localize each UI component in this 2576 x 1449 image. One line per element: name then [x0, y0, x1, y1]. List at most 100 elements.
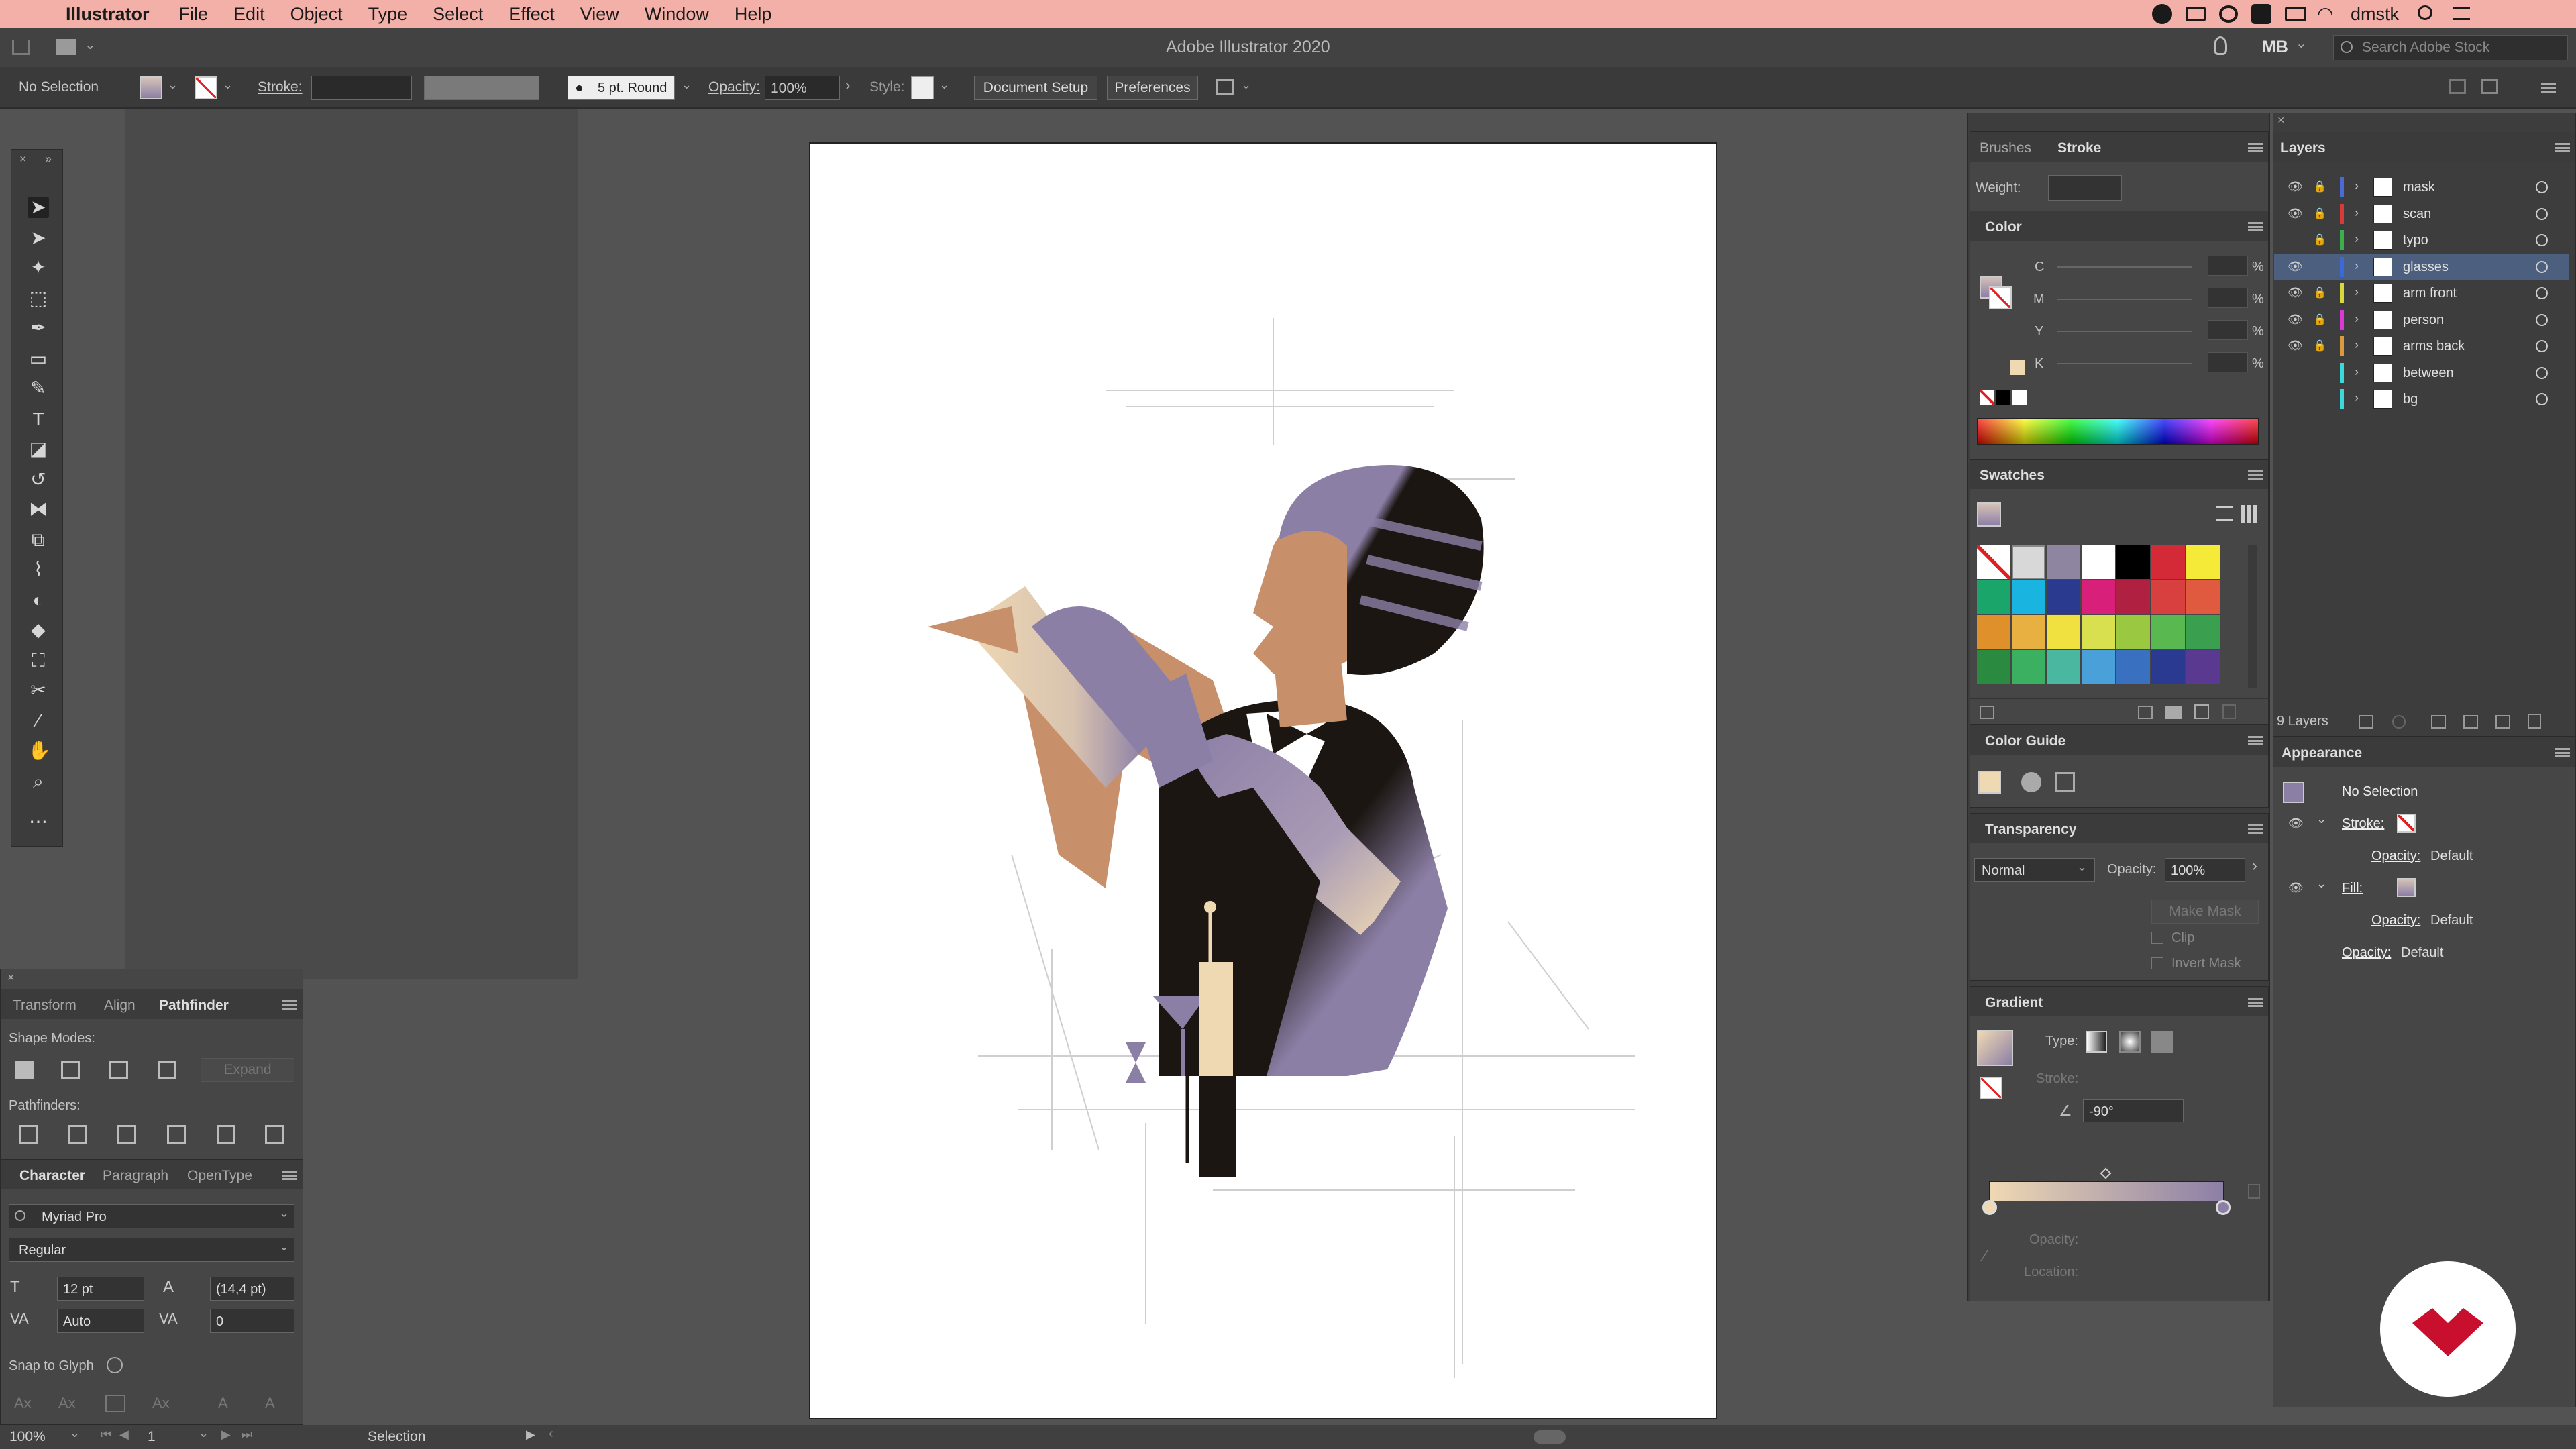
- merge-icon[interactable]: [117, 1125, 136, 1144]
- color-swatch[interactable]: [2012, 650, 2045, 684]
- opacity-field[interactable]: 100%: [2165, 858, 2245, 882]
- zoom-level[interactable]: 100%: [9, 1429, 46, 1445]
- chevron-down-icon[interactable]: ⌄: [939, 78, 949, 92]
- gradient-tool-icon[interactable]: ◪: [28, 438, 49, 460]
- color-swatch[interactable]: [2082, 580, 2115, 614]
- selection-tool-icon[interactable]: ➤: [28, 197, 49, 218]
- scale-tool-icon[interactable]: ⧉: [28, 529, 49, 551]
- layer-row[interactable]: 👁 🔒 › scan: [2274, 201, 2569, 227]
- panel-menu-icon[interactable]: [282, 1000, 297, 1010]
- stroke-color-swatch[interactable]: [1989, 286, 2012, 309]
- fill-opacity-label[interactable]: Opacity:: [2371, 913, 2420, 928]
- cc-sync-icon[interactable]: [2219, 5, 2238, 23]
- layer-name[interactable]: person: [2403, 313, 2444, 328]
- layer-row[interactable]: 👁 🔒 › arm front: [2274, 280, 2569, 306]
- tab-opentype[interactable]: OpenType: [187, 1168, 252, 1184]
- workspace-layout-icon[interactable]: [56, 39, 76, 55]
- font-style-field[interactable]: Regular ⌄: [9, 1238, 294, 1262]
- color-swatch[interactable]: [2116, 545, 2150, 579]
- chevron-down-icon[interactable]: ⌄: [199, 1426, 209, 1440]
- lock-icon[interactable]: 🔒: [2313, 339, 2326, 352]
- menu-edit[interactable]: Edit: [233, 4, 265, 25]
- menu-view[interactable]: View: [580, 4, 619, 25]
- visibility-eye-icon[interactable]: 👁: [2288, 313, 2303, 327]
- tab-pathfinder[interactable]: Pathfinder: [159, 998, 229, 1014]
- menu-object[interactable]: Object: [290, 4, 343, 25]
- lock-icon[interactable]: 🔒: [2313, 313, 2326, 326]
- lightbulb-icon[interactable]: [2214, 36, 2227, 55]
- notification-icon[interactable]: [2453, 7, 2470, 20]
- chevron-right-icon[interactable]: ›: [2355, 338, 2359, 352]
- snap-xheight-icon[interactable]: Ax: [58, 1395, 76, 1412]
- type-tool-icon[interactable]: T: [28, 409, 49, 430]
- panel-menu-icon[interactable]: [2248, 470, 2263, 480]
- color-swatch[interactable]: [2186, 545, 2220, 579]
- outline-icon[interactable]: [217, 1125, 235, 1144]
- panel-menu-icon[interactable]: [2248, 824, 2263, 834]
- collapse-icon[interactable]: »: [45, 152, 52, 166]
- radial-gradient-icon[interactable]: [2119, 1031, 2141, 1053]
- color-swatch[interactable]: [2186, 650, 2220, 684]
- out-of-gamut-swatch[interactable]: [2010, 360, 2025, 375]
- color-swatch[interactable]: [1977, 615, 2010, 649]
- close-icon[interactable]: ×: [7, 971, 15, 985]
- delete-layer-icon[interactable]: [2528, 714, 2541, 729]
- grid-view-icon[interactable]: [2241, 505, 2259, 523]
- channel-m-field[interactable]: [2208, 288, 2248, 308]
- tab-layers[interactable]: Layers: [2280, 140, 2326, 156]
- first-artboard-icon[interactable]: ⏮: [101, 1428, 111, 1442]
- chevron-down-icon[interactable]: ⌄: [85, 36, 96, 53]
- eyedropper-icon[interactable]: ⁄: [1984, 1247, 1986, 1266]
- opacity-label[interactable]: Opacity:: [2107, 862, 2156, 877]
- layer-name[interactable]: arms back: [2403, 339, 2465, 354]
- panel-menu-icon[interactable]: [2248, 143, 2263, 152]
- snap-angular-icon[interactable]: A: [218, 1395, 228, 1412]
- gradient-stop-start[interactable]: [1982, 1200, 1997, 1215]
- chevron-down-icon[interactable]: ⌄: [70, 1426, 80, 1440]
- crop-icon[interactable]: [167, 1125, 186, 1144]
- eraser-tool-icon[interactable]: ◆: [28, 619, 49, 641]
- panel-menu-icon[interactable]: [2248, 736, 2263, 745]
- layer-name[interactable]: typo: [2403, 233, 2428, 248]
- channel-c-field[interactable]: [2208, 256, 2248, 276]
- tab-color-guide[interactable]: Color Guide: [1985, 733, 2065, 749]
- new-color-group-icon[interactable]: [2138, 706, 2153, 719]
- next-artboard-icon[interactable]: ▶: [221, 1428, 231, 1442]
- layer-name[interactable]: glasses: [2403, 260, 2449, 275]
- color-swatch[interactable]: [2047, 580, 2080, 614]
- snap-proximity-icon[interactable]: Ax: [152, 1395, 170, 1412]
- chevron-right-icon[interactable]: ›: [2355, 179, 2359, 193]
- black-swatch[interactable]: [1996, 390, 2010, 405]
- layer-name[interactable]: scan: [2403, 207, 2431, 222]
- user-name[interactable]: dmstk: [2351, 4, 2399, 25]
- tab-align[interactable]: Align: [104, 998, 136, 1014]
- color-swatch[interactable]: [2047, 545, 2080, 579]
- gradient-fill-swatch[interactable]: [1977, 1030, 2013, 1066]
- layer-row[interactable]: 🔒 › typo: [2274, 227, 2569, 253]
- zoom-tool-icon[interactable]: ⌕: [28, 771, 49, 792]
- snap-bounds-icon[interactable]: [105, 1395, 125, 1412]
- channel-k-field[interactable]: [2208, 352, 2248, 372]
- eyedropper-tool-icon[interactable]: ⁄: [28, 710, 49, 732]
- new-sublayer-icon[interactable]: [2463, 715, 2478, 729]
- leading-field[interactable]: (14,4 pt): [210, 1277, 294, 1301]
- panel-menu-icon[interactable]: [2449, 79, 2466, 94]
- divide-icon[interactable]: [19, 1125, 38, 1144]
- chevron-down-icon[interactable]: ⌄: [2316, 877, 2326, 891]
- tab-color[interactable]: Color: [1985, 219, 2022, 235]
- minus-front-icon[interactable]: [61, 1061, 80, 1079]
- airplay-icon[interactable]: [2285, 7, 2306, 21]
- delete-stop-icon[interactable]: [2248, 1184, 2260, 1199]
- linear-gradient-icon[interactable]: [2086, 1031, 2107, 1053]
- stroke-weight-input[interactable]: [2048, 175, 2122, 201]
- panel-menu-icon[interactable]: [2248, 222, 2263, 231]
- minus-back-icon[interactable]: [265, 1125, 284, 1144]
- locate-object-icon[interactable]: [2392, 715, 2406, 729]
- target-circle-icon[interactable]: [2536, 181, 2548, 193]
- layer-name[interactable]: between: [2403, 366, 2454, 381]
- app-menu[interactable]: Illustrator: [66, 4, 150, 25]
- target-circle-icon[interactable]: [2536, 313, 2548, 326]
- menu-window[interactable]: Window: [645, 4, 709, 25]
- gradient-stroke-swatch[interactable]: [1980, 1077, 2002, 1099]
- free-transform-tool-icon[interactable]: ⛶: [28, 650, 49, 672]
